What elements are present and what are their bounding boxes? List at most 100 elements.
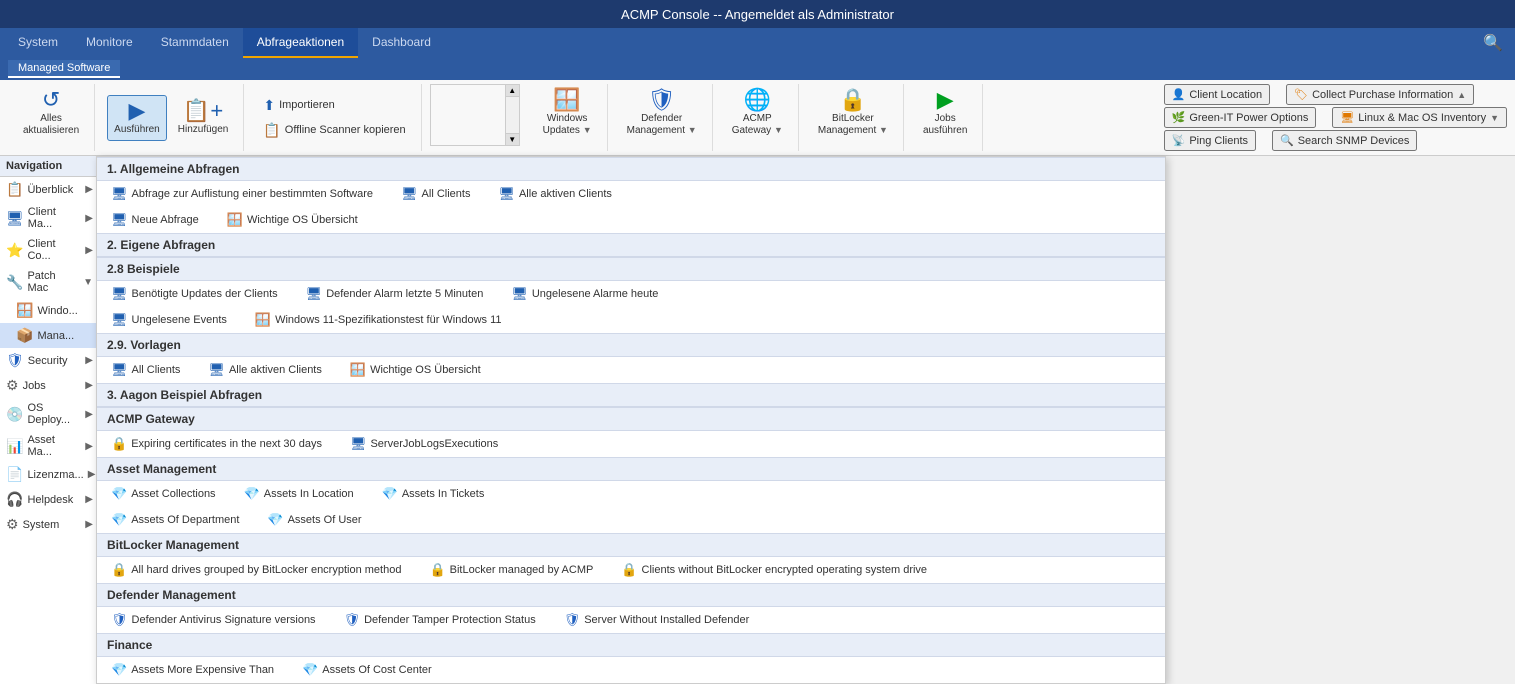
sidebar-item-security[interactable]: 🛡 Security ▶ <box>0 348 99 373</box>
search-snmp-button[interactable]: 🔍 Search SNMP Devices <box>1272 130 1417 151</box>
asset-collections-item[interactable]: 💎 Asset Collections <box>107 484 220 504</box>
bitlocker-button[interactable]: 🔒 BitLockerManagement ▼ <box>811 84 895 142</box>
server-without-defender-item[interactable]: 🛡 Server Without Installed Defender <box>560 610 754 630</box>
acmp-gateway-button[interactable]: 🌐 ACMPGateway ▼ <box>725 84 790 142</box>
sidebar-item-helpdesk[interactable]: 🎧 Helpdesk ▶ <box>0 487 99 512</box>
wichtige-os-v-item[interactable]: 🪟 Wichtige OS Übersicht <box>346 360 485 380</box>
sidebar-item-clientco[interactable]: ⭐ Client Co... ▶ <box>0 234 99 266</box>
ungelesene-events-item[interactable]: 🖥 Ungelesene Events <box>107 310 231 330</box>
defender-antivirus-label: Defender Antivirus Signature versions <box>132 614 316 626</box>
alle-aktiven-v-item[interactable]: 🖥 Alle aktiven Clients <box>204 360 325 380</box>
assets-cost-center-icon: 💎 <box>302 662 318 678</box>
sidebar-item-assetma[interactable]: 📊 Asset Ma... ▶ <box>0 430 99 462</box>
clients-without-bitlocker-item[interactable]: 🔒 Clients without BitLocker encrypted op… <box>617 560 931 580</box>
tab-monitore[interactable]: Monitore <box>72 28 147 58</box>
defender-management-button[interactable]: 🛡 DefenderManagement ▼ <box>620 84 704 142</box>
benotige-updates-item[interactable]: 🖥 Benötigte Updates der Clients <box>107 284 282 304</box>
section-asset-management: Asset Management <box>97 457 1165 481</box>
wichtige-os-1-label: Wichtige OS Übersicht <box>247 214 358 226</box>
tab-system[interactable]: System <box>4 28 72 58</box>
alles-aktualisieren-label: Allesaktualisieren <box>23 113 79 137</box>
sidebar-item-uberblick[interactable]: 📋 Überblick ▶ <box>0 177 99 202</box>
sidebar-item-jobs[interactable]: ⚙ Jobs ▶ <box>0 373 99 398</box>
scroll-up[interactable]: ▲ <box>506 85 519 97</box>
hinzufugen-button[interactable]: 📋+ Hinzufügen <box>171 95 236 141</box>
alle-aktiven-v-icon: 🖥 <box>208 362 225 378</box>
jobs-icon: ▶ <box>937 89 954 111</box>
bitlocker-all-drives-item[interactable]: 🔒 All hard drives grouped by BitLocker e… <box>107 560 405 580</box>
ping-clients-button[interactable]: 📡 Ping Clients <box>1164 130 1256 151</box>
lizenzma-icon: 📄 <box>6 466 23 483</box>
title-text: ACMP Console -- Angemeldet als Administr… <box>621 7 894 22</box>
wichtige-os-1-item[interactable]: 🪟 Wichtige OS Übersicht <box>223 210 362 230</box>
windows-icon: 🪟 <box>16 302 33 319</box>
defender-alarm-item[interactable]: 🖥 Defender Alarm letzte 5 Minuten <box>302 284 488 304</box>
expiring-certs-icon: 🔒 <box>111 436 127 452</box>
bitlocker-managed-item[interactable]: 🔒 BitLocker managed by ACMP <box>425 560 597 580</box>
sidebar-item-managed-software[interactable]: 📦 Mana... <box>0 323 99 348</box>
assets-of-user-item[interactable]: 💎 Assets Of User <box>263 510 365 530</box>
collect-purchase-button[interactable]: 🏷 Collect Purchase Information ▲ <box>1286 84 1474 105</box>
clientma-label: Client Ma... <box>28 206 82 230</box>
alle-aktiven-1-item[interactable]: 🖥 Alle aktiven Clients <box>494 184 615 204</box>
tab-abfrageaktionen[interactable]: Abfrageaktionen <box>243 28 358 58</box>
server-without-defender-icon: 🛡 <box>564 612 581 628</box>
scroll-down[interactable]: ▼ <box>506 133 519 145</box>
dropdown-row-defender-1: 🛡 Defender Antivirus Signature versions … <box>97 607 1165 633</box>
jobs-ausfuhren-button[interactable]: ▶ Jobsausführen <box>916 84 974 142</box>
tab-stammdaten[interactable]: Stammdaten <box>147 28 243 58</box>
ungelesene-alarme-item[interactable]: 🖥 Ungelesene Alarme heute <box>507 284 662 304</box>
expiring-certs-item[interactable]: 🔒 Expiring certificates in the next 30 d… <box>107 434 326 454</box>
tab-dashboard[interactable]: Dashboard <box>358 28 445 58</box>
assets-in-location-item[interactable]: 💎 Assets In Location <box>240 484 358 504</box>
ribbon-group-import: ⬆ Importieren 📋 Offline Scanner kopieren <box>248 84 421 151</box>
scrollbar[interactable]: ▲ ▼ <box>505 85 519 145</box>
defender-tamper-item[interactable]: 🛡 Defender Tamper Protection Status <box>340 610 540 630</box>
windows11-item[interactable]: 🪟 Windows 11-Spezifikationstest für Wind… <box>251 310 506 330</box>
offline-scanner-button[interactable]: 📋 Offline Scanner kopieren <box>256 119 412 142</box>
alles-aktualisieren-button[interactable]: ↺ Allesaktualisieren <box>16 84 86 142</box>
assets-in-tickets-item[interactable]: 💎 Assets In Tickets <box>378 484 489 504</box>
windows-updates-button[interactable]: 🪟 WindowsUpdates ▼ <box>536 84 599 142</box>
ping-clients-label: Ping Clients <box>1189 135 1248 147</box>
ausfuhren-icon: ▶ <box>128 100 145 122</box>
ungelesene-alarme-icon: 🖥 <box>511 286 528 302</box>
sidebar-item-system[interactable]: ⚙ System ▶ <box>0 512 99 537</box>
benotige-updates-label: Benötigte Updates der Clients <box>132 288 278 300</box>
sidebar-item-osdeploy[interactable]: 💿 OS Deploy... ▶ <box>0 398 99 430</box>
importieren-button[interactable]: ⬆ Importieren <box>256 94 412 117</box>
assets-of-user-label: Assets Of User <box>288 514 362 526</box>
all-clients-v-label: All Clients <box>132 364 181 376</box>
all-clients-1-icon: 🖥 <box>401 186 418 202</box>
helpdesk-expand: ▶ <box>85 494 93 505</box>
linux-mac-button[interactable]: 🖥 Linux & Mac OS Inventory ▼ <box>1332 107 1507 128</box>
hinzufugen-label: Hinzufügen <box>178 124 229 136</box>
ausfuhren-button[interactable]: ▶ Ausführen <box>107 95 167 141</box>
defender-antivirus-item[interactable]: 🛡 Defender Antivirus Signature versions <box>107 610 320 630</box>
neue-abfrage-item[interactable]: 🖥 Neue Abfrage <box>107 210 203 230</box>
assets-cost-center-item[interactable]: 💎 Assets Of Cost Center <box>298 660 436 680</box>
osdeploy-icon: 💿 <box>6 406 23 423</box>
sidebar-item-windows[interactable]: 🪟 Windo... <box>0 298 99 323</box>
assets-of-dept-item[interactable]: 💎 Assets Of Department <box>107 510 243 530</box>
search-snmp-label: Search SNMP Devices <box>1298 135 1410 147</box>
server-job-logs-item[interactable]: 🖥 ServerJobLogsExecutions <box>346 434 502 454</box>
sidebar-item-clientma[interactable]: 🖥 Client Ma... ▶ <box>0 202 99 234</box>
sidebar-item-lizenzma[interactable]: 📄 Lizenzma... ▶ <box>0 462 99 487</box>
assets-more-expensive-item[interactable]: 💎 Assets More Expensive Than <box>107 660 278 680</box>
sidebar-item-patchmac[interactable]: 🔧 Patch Mac ▼ <box>0 266 99 298</box>
jobs-ausfuhren-label: Jobsausführen <box>923 113 967 137</box>
all-clients-v-icon: 🖥 <box>111 362 128 378</box>
green-it-button[interactable]: 🌿 Green-IT Power Options <box>1164 107 1317 128</box>
client-location-button[interactable]: 👤 Client Location <box>1164 84 1270 105</box>
abfrage-software-item[interactable]: 🖥 Abfrage zur Auflistung einer bestimmte… <box>107 184 377 204</box>
all-clients-v-item[interactable]: 🖥 All Clients <box>107 360 184 380</box>
alle-aktiven-1-icon: 🖥 <box>498 186 515 202</box>
dropdown-row-allg-1: 🖥 Abfrage zur Auflistung einer bestimmte… <box>97 181 1165 207</box>
assets-in-tickets-icon: 💎 <box>382 486 398 502</box>
right-scrollbar-mid: ▼ <box>1490 113 1499 123</box>
jobs-sidebar-icon: ⚙ <box>6 377 19 394</box>
all-clients-1-item[interactable]: 🖥 All Clients <box>397 184 474 204</box>
snmp-icon: 🔍 <box>1280 134 1294 147</box>
right-scrollbar-up[interactable]: ▲ <box>1457 90 1466 100</box>
